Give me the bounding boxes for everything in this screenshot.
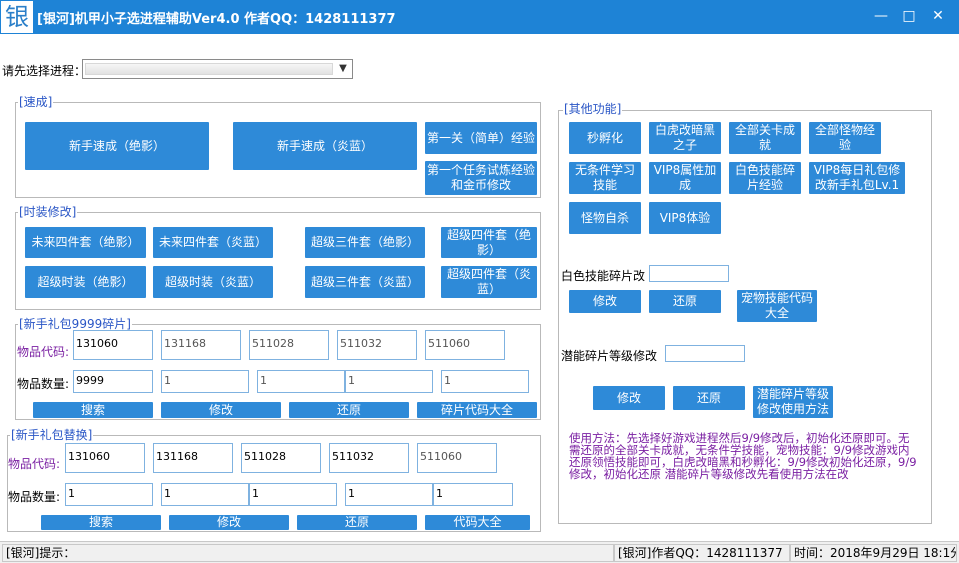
instant-hatch-button[interactable]: 秒孵化 xyxy=(569,122,641,154)
white-frag-modify-button[interactable]: 修改 xyxy=(569,290,641,313)
potential-label: 潜能碎片等级修改 xyxy=(561,349,658,363)
gift-replace-item-count-label: 物品数量: xyxy=(8,490,61,504)
first-task-exp-gold-button[interactable]: 第一个任务试炼经验和金币修改 xyxy=(425,161,537,195)
other-legend: [其他功能] xyxy=(563,102,623,116)
title-bar: 银 [银河]机甲小子选进程辅助Ver4.0 作者QQ：1428111377 — … xyxy=(0,0,959,34)
gift9999-item-count-label: 物品数量: xyxy=(17,377,70,391)
outfit-legend: [时装修改] xyxy=(18,205,78,219)
future4-yanlan-button[interactable]: 未来四件套（炎蓝） xyxy=(153,227,273,258)
gift-replace-count-field[interactable]: 1 xyxy=(249,483,337,506)
gift9999-code-field[interactable]: 511060 xyxy=(425,330,505,360)
future4-jueying-button[interactable]: 未来四件套（绝影） xyxy=(25,227,146,258)
gift9999-count-field[interactable]: 1 xyxy=(441,370,529,393)
gift-replace-item-code-label: 物品代码: xyxy=(8,457,61,471)
gift9999-modify-button[interactable]: 修改 xyxy=(161,402,281,418)
status-bar: [银河]提示： [银河]作者QQ：1428111377 时间：2018年9月29… xyxy=(0,541,959,563)
status-hint: [银河]提示： xyxy=(2,544,614,562)
gift-replace-search-button[interactable]: 搜索 xyxy=(41,515,161,530)
close-button[interactable]: ✕ xyxy=(928,7,948,25)
super4-jueying-button[interactable]: 超级四件套（绝影） xyxy=(441,227,537,258)
gift-replace-count-field[interactable]: 1 xyxy=(161,483,249,506)
gift-replace-modify-button[interactable]: 修改 xyxy=(169,515,289,530)
super3-jueying-button[interactable]: 超级三件套（绝影） xyxy=(305,227,425,258)
white-frag-label: 白色技能碎片改 xyxy=(561,269,646,283)
gift9999-code-field[interactable]: 131168 xyxy=(161,330,241,360)
newbie-speed-yanlan-button[interactable]: 新手速成（炎蓝） xyxy=(233,122,417,170)
white-frag-restore-button[interactable]: 还原 xyxy=(649,290,721,313)
gift-replace-restore-button[interactable]: 还原 xyxy=(297,515,417,530)
learn-skill-button[interactable]: 无条件学习技能 xyxy=(569,162,641,194)
chevron-down-icon[interactable]: ▼ xyxy=(336,62,350,76)
status-time-label: 时间： xyxy=(794,546,831,560)
gift-replace-code-field[interactable]: 511032 xyxy=(329,443,409,473)
speed-legend: [速成] xyxy=(18,95,54,109)
vip8-daily-gift-button[interactable]: VIP8每日礼包修改新手礼包Lv.1 xyxy=(809,162,905,194)
app-logo: 银 xyxy=(1,1,33,33)
minimize-button[interactable]: — xyxy=(871,7,891,25)
gift-replace-code-field[interactable]: 131168 xyxy=(153,443,233,473)
gift9999-item-code-label: 物品代码: xyxy=(17,345,70,359)
gift-replace-code-field[interactable]: 511060 xyxy=(417,443,497,473)
vip8-exp-button[interactable]: VIP8体验 xyxy=(649,202,721,234)
process-label: 请先选择进程： xyxy=(2,64,87,78)
window-title: [银河]机甲小子选进程辅助Ver4.0 作者QQ：1428111377 xyxy=(37,12,396,27)
gift-replace-code-list-button[interactable]: 代码大全 xyxy=(425,515,530,530)
white-skill-frag-exp-button[interactable]: 白色技能碎片经验 xyxy=(729,162,801,194)
super-outfit-jueying-button[interactable]: 超级时装（绝影） xyxy=(25,266,146,298)
gift9999-code-list-button[interactable]: 碎片代码大全 xyxy=(417,402,537,418)
gift9999-restore-button[interactable]: 还原 xyxy=(289,402,409,418)
super-outfit-yanlan-button[interactable]: 超级时装（炎蓝） xyxy=(153,266,273,298)
gift9999-count-field[interactable]: 9999 xyxy=(73,370,153,393)
gift-replace-count-field[interactable]: 1 xyxy=(65,483,153,506)
usage-instructions: 使用方法：先选择好游戏进程然后9/9修改后，初始化还原即可。无需还原的全部关卡成… xyxy=(569,431,917,481)
status-author: [银河]作者QQ：1428111377 xyxy=(614,544,790,562)
gift9999-search-button[interactable]: 搜索 xyxy=(33,402,153,418)
white-frag-input[interactable] xyxy=(649,265,729,282)
gift9999-legend: [新手礼包9999碎片] xyxy=(18,317,132,331)
gift-replace-count-field[interactable]: 1 xyxy=(433,483,513,506)
process-select-value xyxy=(85,63,333,75)
pet-skill-codes-button[interactable]: 宠物技能代码大全 xyxy=(737,290,817,322)
super3-yanlan-button[interactable]: 超级三件套（炎蓝） xyxy=(305,266,425,298)
vip8-attr-button[interactable]: VIP8属性加成 xyxy=(649,162,721,194)
gift9999-count-field[interactable]: 1 xyxy=(257,370,345,393)
monster-suicide-button[interactable]: 怪物自杀 xyxy=(569,202,641,234)
gift-replace-count-field[interactable]: 1 xyxy=(345,483,433,506)
all-monster-exp-button[interactable]: 全部怪物经验 xyxy=(809,122,881,154)
potential-modify-button[interactable]: 修改 xyxy=(593,386,665,410)
white-tiger-to-dark-button[interactable]: 白虎改暗黑之子 xyxy=(649,122,721,154)
potential-restore-button[interactable]: 还原 xyxy=(673,386,745,410)
status-time: 时间：2018年9月29日 18:1分 xyxy=(790,544,957,562)
gift9999-count-field[interactable]: 1 xyxy=(345,370,433,393)
maximize-button[interactable]: □ xyxy=(899,7,919,25)
newbie-speed-jueying-button[interactable]: 新手速成（绝影） xyxy=(25,122,209,170)
gift-replace-code-field[interactable]: 511028 xyxy=(241,443,321,473)
status-time-value: 2018年9月29日 18:1分 xyxy=(830,546,957,560)
super4-yanlan-button[interactable]: 超级四件套（炎蓝） xyxy=(441,266,537,298)
potential-input[interactable] xyxy=(665,345,745,362)
gift-replace-legend: [新手礼包替换] xyxy=(10,428,94,442)
gift9999-code-field[interactable]: 511028 xyxy=(249,330,329,360)
gift-replace-code-field[interactable]: 131060 xyxy=(65,443,145,473)
process-select[interactable]: ▼ xyxy=(82,59,353,79)
level1-exp-button[interactable]: 第一关（简单）经验 xyxy=(425,122,537,154)
gift9999-code-field[interactable]: 131060 xyxy=(73,330,153,360)
potential-usage-button[interactable]: 潜能碎片等级修改使用方法 xyxy=(753,386,833,418)
gift9999-count-field[interactable]: 1 xyxy=(161,370,249,393)
all-stages-achievement-button[interactable]: 全部关卡成就 xyxy=(729,122,801,154)
gift9999-code-field[interactable]: 511032 xyxy=(337,330,417,360)
